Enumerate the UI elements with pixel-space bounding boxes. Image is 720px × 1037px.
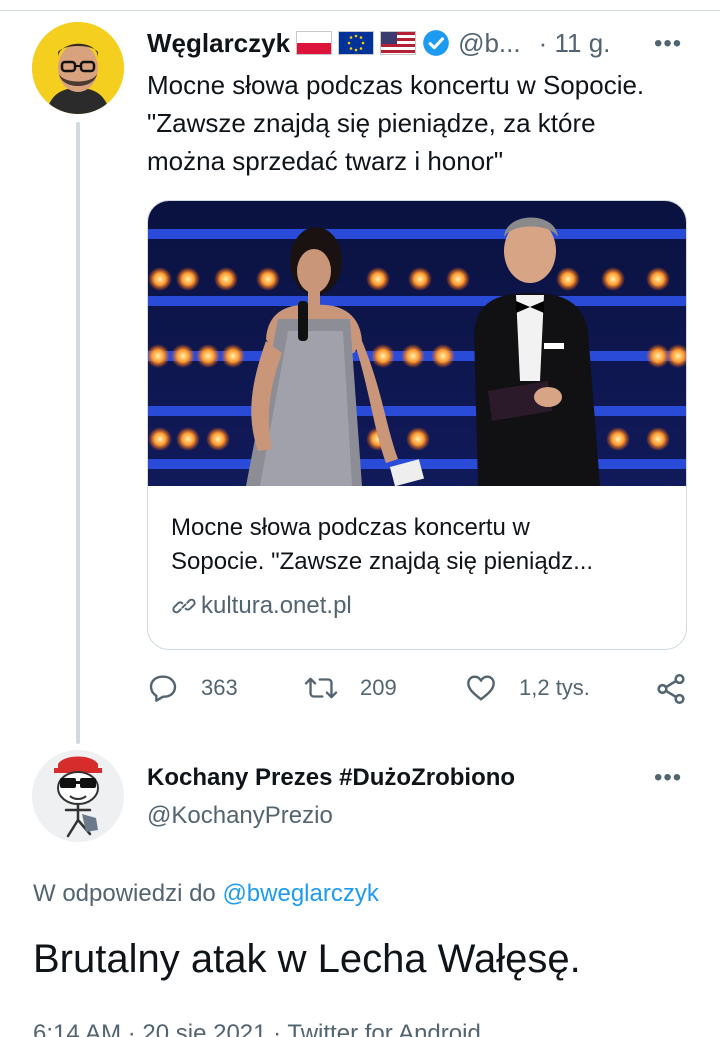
- link-card-domain[interactable]: kultura.onet.pl: [171, 592, 352, 620]
- link-card-title: Mocne słowa podczas koncertu w Sopocie. …: [171, 511, 671, 579]
- reply-button[interactable]: 363: [147, 672, 238, 704]
- top-divider: [0, 10, 720, 11]
- like-button[interactable]: 1,2 tys.: [465, 672, 590, 704]
- thread-connector-line: [76, 122, 80, 744]
- more-options-icon[interactable]: •••: [654, 764, 682, 792]
- author-name[interactable]: Węglarczyk: [147, 28, 290, 59]
- flag-usa-icon: [380, 31, 417, 55]
- reply-prefix: W odpowiedzi do: [33, 880, 216, 907]
- retweet-icon: [304, 677, 338, 699]
- tweet-timestamp[interactable]: · 11 g.: [539, 28, 611, 59]
- link-card-title-line: Sopocie. "Zawsze znajdą się pieniądz...: [171, 548, 594, 575]
- avatar[interactable]: [32, 22, 124, 114]
- share-button[interactable]: [654, 672, 688, 706]
- link-preview-card[interactable]: Mocne słowa podczas koncertu w Sopocie. …: [147, 200, 687, 650]
- share-icon: [657, 673, 685, 705]
- link-card-title-line: Mocne słowa podczas koncertu w: [171, 514, 530, 541]
- tweet-meta: 6:14 AM · 20 sie 2021 · Twitter for Andr…: [33, 1020, 481, 1037]
- link-icon: [172, 598, 196, 614]
- retweet-count: 209: [360, 675, 397, 700]
- retweet-button[interactable]: 209: [304, 672, 397, 704]
- reply-context: W odpowiedzi do @bweglarczyk: [33, 880, 379, 908]
- link-preview-image: [148, 201, 686, 486]
- author-handle[interactable]: @KochanyPrezio: [147, 802, 333, 830]
- avatar[interactable]: [32, 750, 124, 842]
- tweet-header: Węglarczyk @b... · 11 g.: [147, 26, 707, 60]
- like-count: 1,2 tys.: [519, 675, 590, 700]
- reply-handle-link[interactable]: @bweglarczyk: [222, 880, 378, 907]
- flag-poland-icon: [296, 31, 333, 55]
- reply-icon: [149, 675, 177, 702]
- tweet-text: Brutalny atak w Lecha Wałęsę.: [33, 937, 581, 981]
- tweet-action-bar: 363 209 1,2 tys.: [147, 672, 692, 712]
- reply-count: 363: [201, 675, 238, 700]
- avatar-portrait-icon: [32, 22, 124, 114]
- verified-badge-icon: [423, 30, 449, 56]
- author-name[interactable]: Kochany Prezes #DużoZrobiono: [147, 764, 515, 792]
- author-handle[interactable]: @b...: [458, 28, 521, 59]
- tweet-text: Mocne słowa podczas koncertu w Sopocie. …: [147, 66, 707, 180]
- more-options-icon[interactable]: •••: [654, 30, 682, 58]
- flag-eu-icon: [338, 31, 375, 55]
- tweet-text-line: Mocne słowa podczas koncertu w Sopocie.: [147, 70, 645, 100]
- tweet-text-line: można sprzedać twarz i honor": [147, 146, 504, 176]
- heart-icon: [467, 675, 495, 701]
- tweet-text-line: "Zawsze znajdą się pieniądze, za które: [147, 108, 596, 138]
- avatar-cartoon-icon: [32, 750, 124, 842]
- link-domain-text: kultura.onet.pl: [201, 592, 352, 619]
